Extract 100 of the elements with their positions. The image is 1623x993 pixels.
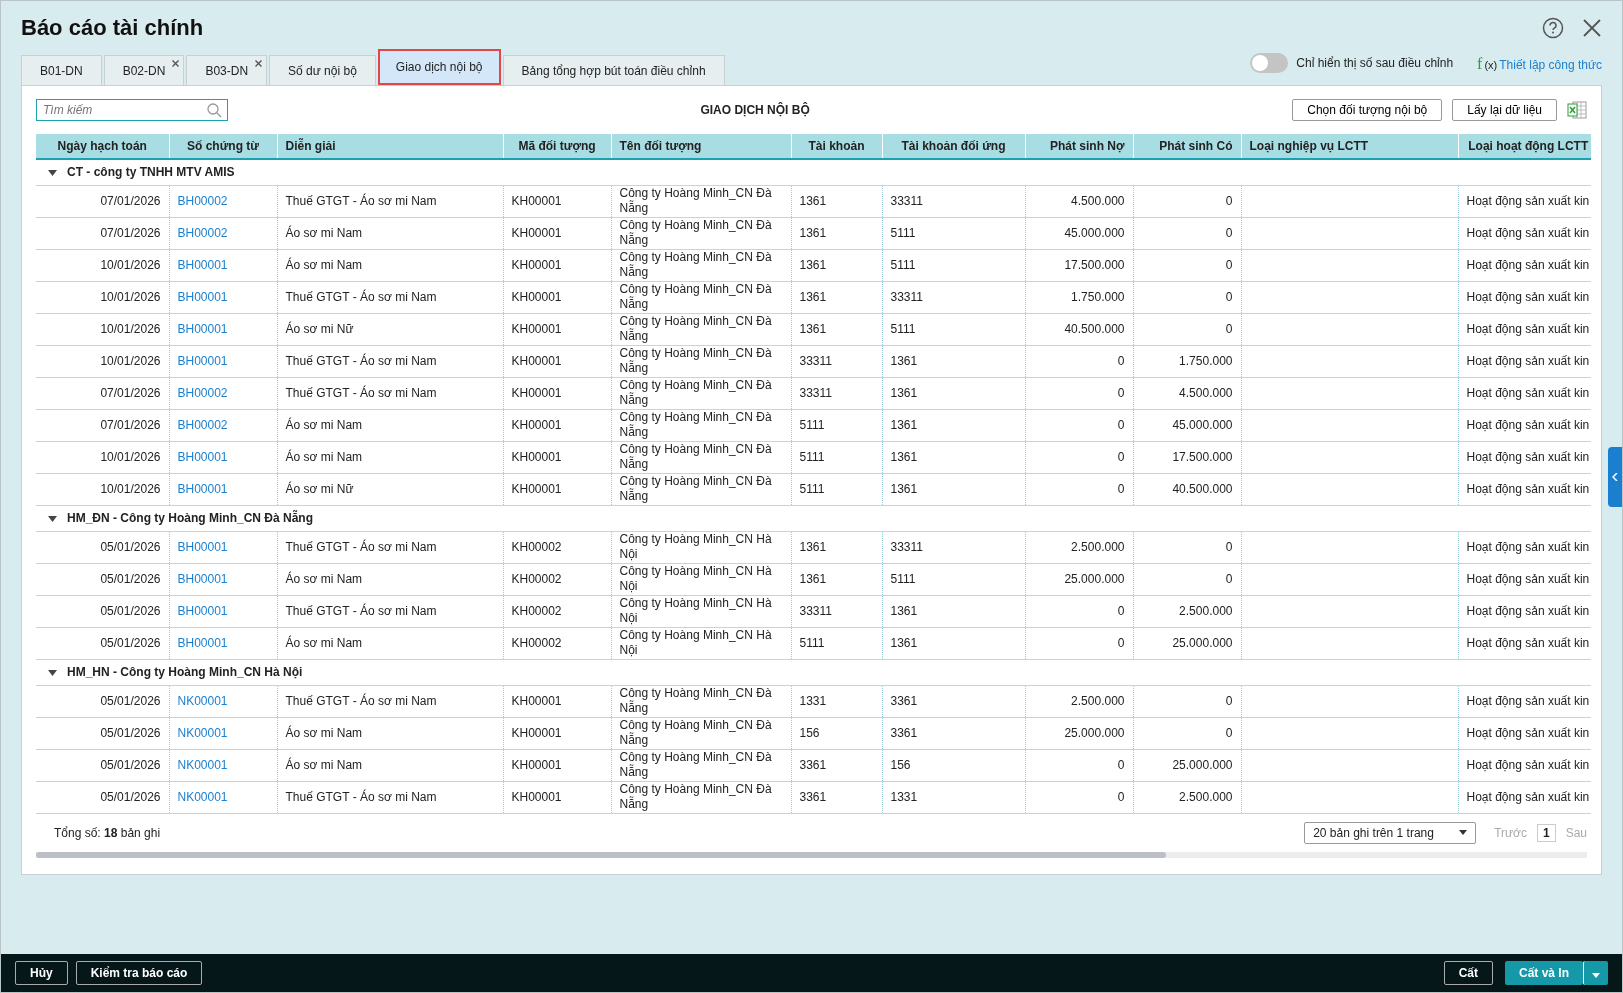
table-cell: 1361	[791, 531, 882, 563]
formula-settings-link[interactable]: Thiết lập công thức	[1499, 58, 1602, 72]
voucher-link[interactable]: BH00001	[177, 290, 228, 304]
footer-button[interactable]: Hủy	[15, 961, 68, 985]
toolbar-button[interactable]: Chọn đối tượng nội bộ	[1292, 99, 1443, 121]
column-header[interactable]: Phát sinh Nợ	[1025, 134, 1133, 159]
table-cell: KH00001	[503, 249, 611, 281]
page-size-dropdown[interactable]: 20 bản ghi trên 1 trang	[1304, 821, 1477, 844]
voucher-link[interactable]: BH00001	[177, 482, 228, 496]
tab[interactable]: Giao dịch nội bộ	[377, 49, 501, 85]
table-cell: 1331	[791, 685, 882, 717]
table-cell: 0	[1133, 217, 1241, 249]
toggle-switch[interactable]	[1250, 53, 1289, 73]
voucher-link[interactable]: BH00002	[177, 194, 228, 208]
table-cell: 33311	[791, 345, 882, 377]
column-header[interactable]: Phát sinh Có	[1133, 134, 1241, 159]
table-cell: 0	[1133, 717, 1241, 749]
close-icon[interactable]	[172, 60, 180, 67]
caret-icon[interactable]	[48, 170, 57, 177]
voucher-link[interactable]: BH00002	[177, 386, 228, 400]
save-button[interactable]: Cất	[1443, 961, 1493, 985]
table-cell: 1361	[882, 441, 1025, 473]
column-header[interactable]: Diễn giải	[277, 134, 503, 159]
tab[interactable]: Bảng tổng hợp bút toán điều chỉnh	[502, 55, 725, 85]
voucher-link[interactable]: BH00002	[177, 418, 228, 432]
table-cell: Áo sơ mi Nam	[277, 627, 503, 659]
dropdown-button[interactable]	[1583, 961, 1608, 985]
table-cell: 0	[1133, 185, 1241, 217]
column-header[interactable]: Tài khoản	[791, 134, 882, 159]
table-cell: Công ty Hoàng Minh_CN Đà Nẵng	[611, 409, 791, 441]
column-header[interactable]: Loại hoạt động LCTT	[1458, 134, 1591, 159]
table-cell: Thuế GTGT - Áo sơ mi Nam	[277, 781, 503, 813]
voucher-link[interactable]: BH00001	[177, 604, 228, 618]
table-cell: Hoạt động sản xuất kin	[1458, 595, 1591, 627]
caret-icon[interactable]	[48, 669, 57, 676]
table-cell: 5111	[882, 217, 1025, 249]
voucher-link[interactable]: BH00001	[177, 636, 228, 650]
voucher-link[interactable]: BH00001	[177, 572, 228, 586]
table-cell: 2.500.000	[1025, 531, 1133, 563]
voucher-link[interactable]: NK00001	[177, 726, 228, 740]
page-number[interactable]: 1	[1536, 823, 1556, 842]
table-cell: 10/01/2026	[36, 345, 169, 377]
group-label: HM_ĐN - Công ty Hoàng Minh_CN Đà Nẵng	[67, 511, 313, 525]
column-header[interactable]: Mã đối tượng	[503, 134, 611, 159]
table-cell: 0	[1025, 441, 1133, 473]
column-header[interactable]: Loại nghiệp vụ LCTT	[1241, 134, 1458, 159]
column-header[interactable]: Tên đối tượng	[611, 134, 791, 159]
table-cell: KH00001	[503, 781, 611, 813]
table-cell: 07/01/2026	[36, 377, 169, 409]
voucher-link[interactable]: BH00001	[177, 322, 228, 336]
table-cell: Hoạt động sản xuất kin	[1458, 217, 1591, 249]
table-cell: 3361	[791, 749, 882, 781]
table-cell: 33311	[791, 377, 882, 409]
table-cell: 1361	[882, 409, 1025, 441]
voucher-link[interactable]: BH00001	[177, 258, 228, 272]
tab[interactable]: B03-DN	[186, 55, 268, 85]
table-cell: Hoạt động sản xuất kin	[1458, 185, 1591, 217]
voucher-link[interactable]: BH00001	[177, 354, 228, 368]
voucher-link[interactable]: BH00001	[177, 450, 228, 464]
table-cell: 0	[1133, 313, 1241, 345]
table-cell: 0	[1025, 781, 1133, 813]
column-header[interactable]: Tài khoản đối ứng	[882, 134, 1025, 159]
window-title: Báo cáo tài chính	[21, 15, 205, 41]
tab[interactable]: B01-DN	[21, 55, 102, 85]
table-cell: Áo sơ mi Nam	[277, 717, 503, 749]
spreadsheet-icon[interactable]	[1567, 101, 1587, 119]
search-field[interactable]: Tìm kiếm	[36, 99, 228, 121]
scrollbar-thumb[interactable]	[36, 851, 1166, 858]
table-cell: KH00001	[503, 313, 611, 345]
column-header[interactable]: Ngày hạch toán	[36, 134, 169, 159]
voucher-link[interactable]: BH00001	[177, 540, 228, 554]
close-icon[interactable]	[255, 60, 263, 67]
table-cell: Công ty Hoàng Minh_CN Đà Nẵng	[611, 781, 791, 813]
column-header[interactable]: Số chứng từ	[169, 134, 277, 159]
close-icon[interactable]	[1582, 18, 1602, 38]
table-cell: 5111	[882, 249, 1025, 281]
caret-icon[interactable]	[48, 515, 57, 522]
voucher-link[interactable]: NK00001	[177, 758, 228, 772]
tab[interactable]: B02-DN	[103, 55, 185, 85]
table-cell: Hoạt động sản xuất kin	[1458, 281, 1591, 313]
table-cell: 10/01/2026	[36, 473, 169, 505]
voucher-link[interactable]: NK00001	[177, 694, 228, 708]
table-cell: 40.500.000	[1025, 313, 1133, 345]
side-panel-handle[interactable]	[1608, 447, 1622, 507]
table-cell: 05/01/2026	[36, 627, 169, 659]
voucher-link[interactable]: NK00001	[177, 790, 228, 804]
table-cell: 33311	[882, 185, 1025, 217]
table-cell: 05/01/2026	[36, 749, 169, 781]
table-cell: Công ty Hoàng Minh_CN Đà Nẵng	[611, 685, 791, 717]
voucher-link[interactable]: BH00002	[177, 226, 228, 240]
table-cell: KH00001	[503, 217, 611, 249]
table-cell: 3361	[791, 781, 882, 813]
tab[interactable]: Số dư nội bộ	[269, 55, 376, 85]
table-cell: Công ty Hoàng Minh_CN Đà Nẵng	[611, 313, 791, 345]
help-icon[interactable]	[1542, 17, 1564, 39]
table-cell: 05/01/2026	[36, 685, 169, 717]
footer-button[interactable]: Kiểm tra báo cáo	[75, 961, 203, 985]
table-cell: 0	[1025, 345, 1133, 377]
toolbar-button[interactable]: Lấy lại dữ liệu	[1452, 99, 1557, 121]
table-cell: 25.000.000	[1025, 563, 1133, 595]
